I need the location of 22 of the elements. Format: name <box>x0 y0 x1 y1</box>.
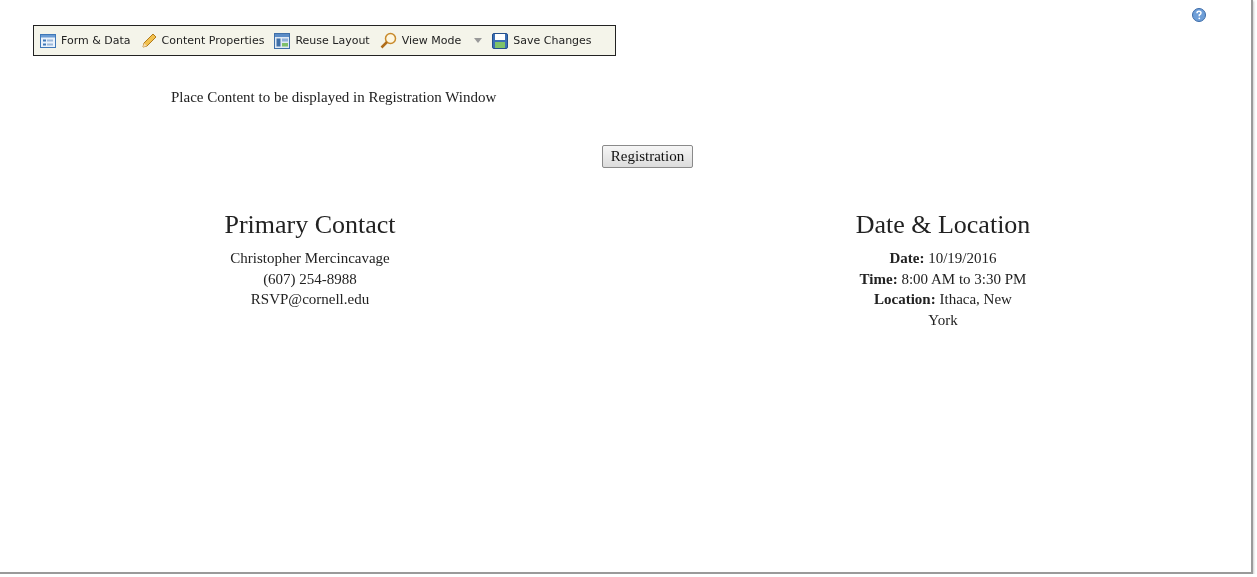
caret-icon <box>474 38 483 43</box>
section-heading: Primary Contact <box>224 210 396 240</box>
help-icon[interactable] <box>1192 8 1206 22</box>
toolbar-button[interactable]: Form & Data <box>40 33 131 48</box>
info-text: Time: 8:00 AM to 3:30 PM <box>859 269 1027 289</box>
save-icon <box>492 32 509 49</box>
toolbar-button[interactable]: Reuse Layout <box>274 32 370 49</box>
instruction-text: Place Content to be displayed in Registration Window <box>171 89 497 106</box>
toolbar-button[interactable]: Save Changes <box>492 32 592 49</box>
toolbar-button[interactable]: View Mode <box>379 32 483 49</box>
registration-button[interactable]: Registration <box>601 145 694 168</box>
info-text: (607) 254-8988 <box>262 269 358 289</box>
pencil-icon <box>140 32 157 49</box>
form-icon <box>40 33 56 48</box>
layout-icon <box>274 32 291 49</box>
info-text: RSVP@cornell.edu <box>249 290 371 309</box>
info-text: Date: 10/19/2016 <box>888 249 998 268</box>
info-text: Christopher Mercincavage <box>229 249 391 268</box>
info-text: Location: Ithaca, New York <box>873 290 1013 330</box>
section-heading: Date & Location <box>855 210 1031 240</box>
magnifier-icon <box>379 32 397 49</box>
toolbar-button[interactable]: Content Properties <box>140 32 265 49</box>
